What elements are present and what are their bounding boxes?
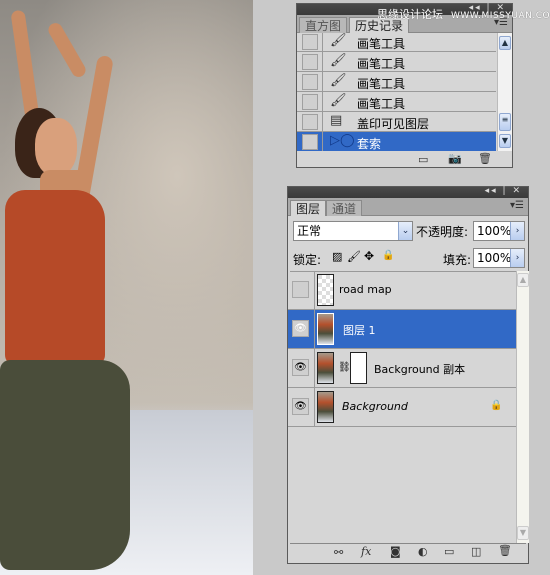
- eye-icon[interactable]: 👁: [292, 359, 309, 376]
- layer-name: road map: [339, 283, 392, 296]
- layer-thumbnail: [317, 352, 334, 384]
- lock-label: 锁定:: [293, 253, 322, 267]
- scroll-thumb[interactable]: ≡: [499, 113, 511, 131]
- new-snapshot-icon[interactable]: 📷: [448, 152, 462, 165]
- history-panel: ◂◂ | ✕ 直方图 历史记录 ▾☰ 🖌 画笔工具 🖌 画笔工具 🖌 画笔工具 🖌 画笔…: [296, 3, 513, 168]
- adjustment-icon[interactable]: ◐: [418, 545, 428, 558]
- panel-menu-icon[interactable]: ▾☰: [510, 200, 524, 211]
- history-item-label: 画笔工具: [357, 97, 406, 111]
- layers-scrollbar[interactable]: ▲ ▼: [516, 271, 529, 543]
- watermark: 思缘设计论坛 WWW.MISSYUAN.COM: [377, 8, 550, 21]
- layer-thumbnail: [317, 313, 334, 345]
- history-item[interactable]: 🖌 画笔工具: [297, 52, 496, 72]
- history-item[interactable]: 🖌 画笔工具: [297, 33, 496, 52]
- history-item[interactable]: 🖌 画笔工具: [297, 92, 496, 112]
- mask-link-icon[interactable]: ⛓: [338, 362, 351, 373]
- layer-thumbnail: [317, 274, 334, 306]
- new-document-from-state-icon[interactable]: ▭: [418, 153, 428, 166]
- layer-thumbnail: [317, 391, 334, 423]
- layer-row-selected[interactable]: 👁 图层 1: [288, 310, 516, 349]
- layers-list: road map 👁 图层 1 👁 ⛓ Background 副本 👁 Backgrou…: [288, 271, 516, 543]
- history-item-label: 套索: [357, 137, 382, 151]
- chevron-down-icon[interactable]: ⌄: [398, 222, 412, 240]
- eye-icon[interactable]: 👁: [292, 398, 309, 415]
- fill-label: 填充:: [443, 253, 472, 267]
- trash-icon[interactable]: 🗑: [498, 544, 512, 557]
- mask-icon[interactable]: ◙: [390, 545, 401, 558]
- lock-transparent-icon[interactable]: ▨: [332, 250, 342, 263]
- brush-icon: 🖌: [330, 33, 347, 48]
- lasso-icon: ▷◯: [330, 133, 355, 148]
- history-item-label: 画笔工具: [357, 57, 406, 71]
- chevron-right-icon[interactable]: ›: [510, 222, 524, 240]
- tab-channels[interactable]: 通道: [326, 200, 363, 216]
- history-item-label: 盖印可见图层: [357, 117, 430, 131]
- layers-titlebar[interactable]: ◂◂ | ✕: [288, 186, 528, 198]
- lock-icon: 🔒: [490, 400, 503, 411]
- trash-icon[interactable]: 🗑: [478, 152, 492, 165]
- layer-row[interactable]: 👁 Background 🔒: [288, 388, 516, 427]
- opacity-label: 不透明度:: [416, 225, 469, 239]
- brush-icon: 🖌: [330, 53, 347, 68]
- brush-icon: 🖌: [330, 93, 347, 108]
- scroll-down-icon[interactable]: ▼: [499, 134, 511, 148]
- lock-position-icon[interactable]: ✥: [364, 249, 374, 263]
- history-item-label: 画笔工具: [357, 77, 406, 91]
- layers-panel: ◂◂ | ✕ 图层 通道 ▾☰ 正常 ⌄ 不透明度: 100% › 锁定: ▨ 🖌 …: [287, 186, 529, 564]
- tab-histogram[interactable]: 直方图: [299, 17, 348, 33]
- canvas-photo: [0, 0, 253, 575]
- history-item-label: 画笔工具: [357, 37, 406, 51]
- history-item[interactable]: ▤ 盖印可见图层: [297, 112, 496, 132]
- collapse-close-icon[interactable]: ◂◂ | ✕: [485, 186, 522, 196]
- layer-name: 图层 1: [343, 324, 376, 337]
- brush-icon: 🖌: [330, 73, 347, 88]
- scroll-down-icon[interactable]: ▼: [517, 526, 529, 540]
- scroll-up-icon[interactable]: ▲: [517, 273, 529, 287]
- layer-mask-thumbnail[interactable]: [350, 352, 367, 384]
- tab-layers[interactable]: 图层: [290, 200, 327, 216]
- layer-row[interactable]: road map: [288, 271, 516, 310]
- chevron-right-icon[interactable]: ›: [510, 249, 524, 267]
- fill-input[interactable]: 100% ›: [473, 248, 525, 268]
- fx-icon[interactable]: fx: [361, 545, 371, 558]
- layer-name: Background: [342, 400, 408, 413]
- layer-name: Background 副本: [374, 363, 466, 376]
- visibility-toggle[interactable]: [292, 281, 309, 298]
- lock-image-icon[interactable]: 🖌: [347, 250, 361, 263]
- layer-row[interactable]: 👁 ⛓ Background 副本: [288, 349, 516, 388]
- opacity-input[interactable]: 100% ›: [473, 221, 525, 241]
- eye-icon[interactable]: 👁: [292, 320, 309, 337]
- history-scrollbar[interactable]: ▲ ≡ ▼: [497, 33, 512, 151]
- blend-mode-select[interactable]: 正常 ⌄: [293, 221, 413, 241]
- scroll-up-icon[interactable]: ▲: [499, 36, 511, 50]
- history-item[interactable]: 🖌 画笔工具: [297, 72, 496, 92]
- group-icon[interactable]: ▭: [444, 545, 454, 558]
- lock-all-icon[interactable]: 🔒: [382, 250, 394, 261]
- history-item-selected[interactable]: ▷◯ 套索: [297, 132, 496, 151]
- document-icon: ▤: [330, 113, 343, 128]
- new-layer-icon[interactable]: ◫: [471, 545, 481, 558]
- link-icon[interactable]: ⚯: [334, 546, 343, 559]
